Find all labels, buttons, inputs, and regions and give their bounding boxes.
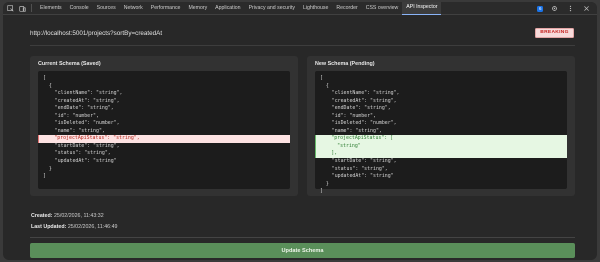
toolbar-divider <box>31 4 32 12</box>
code-line: "status": "string", <box>43 150 111 157</box>
devtools-tab-bar: Elements Console Sources Network Performance… <box>3 2 597 15</box>
code-line: } <box>320 180 329 187</box>
code-line: "clientName": "string", <box>43 90 123 97</box>
devtools-tab-performance[interactable]: Performance <box>147 2 185 15</box>
devtools-right-controls: 6 <box>537 4 591 13</box>
code-line: "startDate": "string", <box>320 158 397 165</box>
code-line: "createdAt": "string", <box>43 97 120 104</box>
endpoint-url: http://localhost:5001/projects?sortBy=cr… <box>30 30 163 37</box>
code-line: "status": "string", <box>320 165 388 172</box>
devtools-window: Elements Console Sources Network Performance… <box>3 2 597 260</box>
created-label: Created: <box>31 213 53 219</box>
issues-badge[interactable]: 6 <box>537 5 543 12</box>
code-line: "name": "string", <box>320 127 382 134</box>
updated-info: Last Updated: 25/02/2026, 11:46:49 <box>31 224 118 230</box>
more-options-icon[interactable] <box>566 4 575 13</box>
devtools-tab-recorder[interactable]: Recorder <box>332 2 361 15</box>
current-schema-panel: Current Schema (Saved) [ { "clientName":… <box>30 56 298 196</box>
devtools-tab-privacy-and-security[interactable]: Privacy and security <box>245 2 299 15</box>
code-line: "isDeleted": "number", <box>43 120 120 127</box>
inspect-element-icon[interactable] <box>6 4 15 13</box>
new-schema-panel: New Schema (Pending) [ { "clientName": "… <box>307 56 575 196</box>
code-line-removed: "projectApiStatus": "string", <box>38 135 290 143</box>
code-line: { <box>320 82 329 89</box>
code-line: [ <box>43 75 46 81</box>
code-line: "isDeleted": "number", <box>320 120 397 127</box>
code-line: ] <box>43 173 46 180</box>
devtools-tab-css-overview[interactable]: CSS overview <box>362 2 403 15</box>
code-line: "id": "number", <box>43 112 99 119</box>
created-timestamp: 25/02/2026, 11:43:32 <box>53 213 104 219</box>
code-line: "startDate": "string", <box>43 142 120 149</box>
footer-divider <box>30 237 575 238</box>
last-updated-label: Last Updated: <box>31 224 67 230</box>
devtools-tab-lighthouse[interactable]: Lighthouse <box>299 2 332 15</box>
code-line: [ <box>320 75 323 81</box>
devtools-tab-network[interactable]: Network <box>120 2 147 15</box>
code-line: "updatedAt": "string" <box>320 173 394 180</box>
devtools-tab-memory[interactable]: Memory <box>184 2 211 15</box>
devtools-tab-application[interactable]: Application <box>211 2 244 15</box>
code-line: "endDate": "string", <box>43 105 114 112</box>
code-line: ] <box>320 188 323 195</box>
devtools-tab-api-inspector[interactable]: API Inspector <box>402 2 442 15</box>
code-line: "name": "string", <box>43 127 105 134</box>
new-schema-title: New Schema (Pending) <box>315 61 375 67</box>
code-line: "endDate": "string", <box>320 105 391 112</box>
devtools-tab-console[interactable]: Console <box>66 2 93 15</box>
header-divider <box>30 45 575 46</box>
code-line: "createdAt": "string", <box>320 97 397 104</box>
settings-gear-icon[interactable] <box>550 4 559 13</box>
code-line-added: "projectApiStatus": [ <box>315 135 567 143</box>
devtools-tab-sources[interactable]: Sources <box>93 2 120 15</box>
code-line-added: "string" <box>315 142 567 151</box>
code-line: { <box>43 82 52 89</box>
code-line: "clientName": "string", <box>320 90 400 97</box>
current-schema-title: Current Schema (Saved) <box>38 61 101 67</box>
devtools-tab-elements[interactable]: Elements <box>36 2 66 15</box>
code-line: } <box>43 165 52 172</box>
breaking-change-badge: BREAKING <box>535 28 574 38</box>
new-schema-code: [ { "clientName": "string", "createdAt":… <box>315 71 567 194</box>
close-icon[interactable] <box>582 4 591 13</box>
last-updated-timestamp: 25/02/2026, 11:46:49 <box>67 224 118 230</box>
device-toolbar-icon[interactable] <box>18 4 27 13</box>
current-schema-code: [ { "clientName": "string", "createdAt":… <box>38 71 290 189</box>
update-schema-button[interactable]: Update Schema <box>30 243 575 258</box>
code-line-added: ], <box>315 150 567 159</box>
devtools-tabs: Elements Console Sources Network Performance… <box>36 2 442 15</box>
created-info: Created: 25/02/2026, 11:43:32 <box>31 213 104 219</box>
code-line: "id": "number", <box>320 112 376 119</box>
code-line: "updatedAt": "string" <box>43 158 117 165</box>
